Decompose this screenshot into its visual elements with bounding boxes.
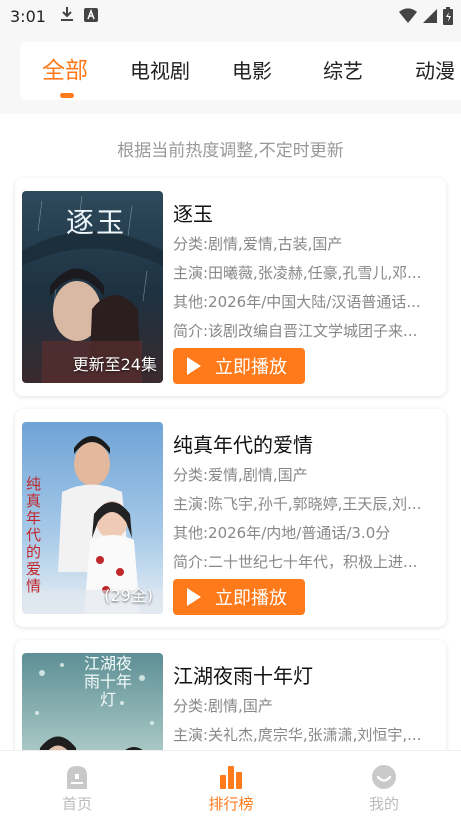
poster-image[interactable]: 纯真年代的爱情 (29全) [22,422,163,614]
item-title[interactable]: 纯真年代的爱情 [173,429,313,458]
item-intro: 简介:二十世纪七十年代，积极上进... [173,553,418,571]
update-hint: 根据当前热度调整,不定时更新 [117,141,344,161]
wifi-icon [399,8,417,28]
item-cast: 主演:田曦薇,张凌赫,任豪,孔雪儿,邓... [173,264,422,282]
nav-ranking-label: 排行榜 [208,795,254,813]
play-now-label: 立即播放 [215,357,287,378]
nav-ranking[interactable]: 排行榜 [154,751,308,821]
item-intro: 简介:该剧改编自晋江文学城团子来... [173,322,418,340]
item-category: 分类:剧情,爱情,古装,国产 [173,235,343,253]
episode-badge: (29全) [104,586,153,605]
tab-movie[interactable]: 电影 [232,42,272,100]
profile-icon [370,763,398,791]
tabs-container: 全部 电视剧 电影 综艺 动漫 [20,42,461,100]
tab-anime[interactable]: 动漫 [415,42,455,100]
item-title[interactable]: 逐玉 [173,198,213,227]
item-other: 其他:2026年/内地/普通话/3.0分 [173,524,391,542]
tab-all[interactable]: 全部 [42,42,88,100]
nav-profile-label: 我的 [368,795,399,813]
notification-a-icon [83,7,98,26]
status-bar: 3:01 [0,0,461,32]
poster-title-art: 纯真年代的爱情 [26,475,42,595]
poster-title-art: 江湖夜雨十年灯 [83,654,132,709]
poster-title-art: 逐玉 [66,206,127,239]
play-now-label: 立即播放 [215,588,287,609]
ranking-list[interactable]: 根据当前热度调整,不定时更新 逐玉 更新至24集 逐玉 分类:剧情,爱情,古装,… [0,114,461,750]
status-time: 3:01 [10,6,46,26]
episode-badge: 更新至24集 [72,355,157,374]
download-icon [60,6,74,26]
play-icon [187,357,201,375]
nav-home-label: 首页 [61,795,92,813]
poster-image[interactable]: 江湖夜雨十年灯 [22,653,163,750]
signal-icon [423,8,437,28]
list-item[interactable]: 江湖夜雨十年灯 江湖夜雨十年灯 分类:剧情,国产 主演:关礼杰,庹宗华,张潇潇,… [15,640,446,750]
category-tabs: 全部 电视剧 电影 综艺 动漫 [0,32,461,114]
tab-variety[interactable]: 综艺 [323,42,363,100]
play-icon [187,588,201,606]
active-tab-indicator [60,93,74,98]
item-other: 其他:2026年/中国大陆/汉语普通话... [173,293,421,311]
poster-image[interactable]: 逐玉 更新至24集 [22,191,163,383]
play-now-button[interactable]: 立即播放 [173,348,305,384]
item-cast: 主演:陈飞宇,孙千,郭晓婷,王天辰,刘... [173,495,422,513]
list-item[interactable]: 纯真年代的爱情 (29全) 纯真年代的爱情 分类:爱情,剧情,国产 主演:陈飞宇… [15,409,446,627]
nav-home[interactable]: 首页 [0,751,154,821]
list-item[interactable]: 逐玉 更新至24集 逐玉 分类:剧情,爱情,古装,国产 主演:田曦薇,张凌赫,任… [15,178,446,396]
nav-profile[interactable]: 我的 [307,751,461,821]
item-category: 分类:剧情,国产 [173,697,273,715]
bottom-navigation: 首页 排行榜 我的 [0,750,461,821]
tab-tv-series[interactable]: 电视剧 [130,42,190,100]
home-icon [63,763,91,791]
ranking-icon [217,763,245,791]
item-cast: 主演:关礼杰,庹宗华,张潇潇,刘恒宇,... [173,726,422,744]
status-icons [399,7,453,29]
battery-icon [443,7,453,29]
play-now-button[interactable]: 立即播放 [173,579,305,615]
item-title[interactable]: 江湖夜雨十年灯 [173,660,313,689]
item-category: 分类:爱情,剧情,国产 [173,466,308,484]
